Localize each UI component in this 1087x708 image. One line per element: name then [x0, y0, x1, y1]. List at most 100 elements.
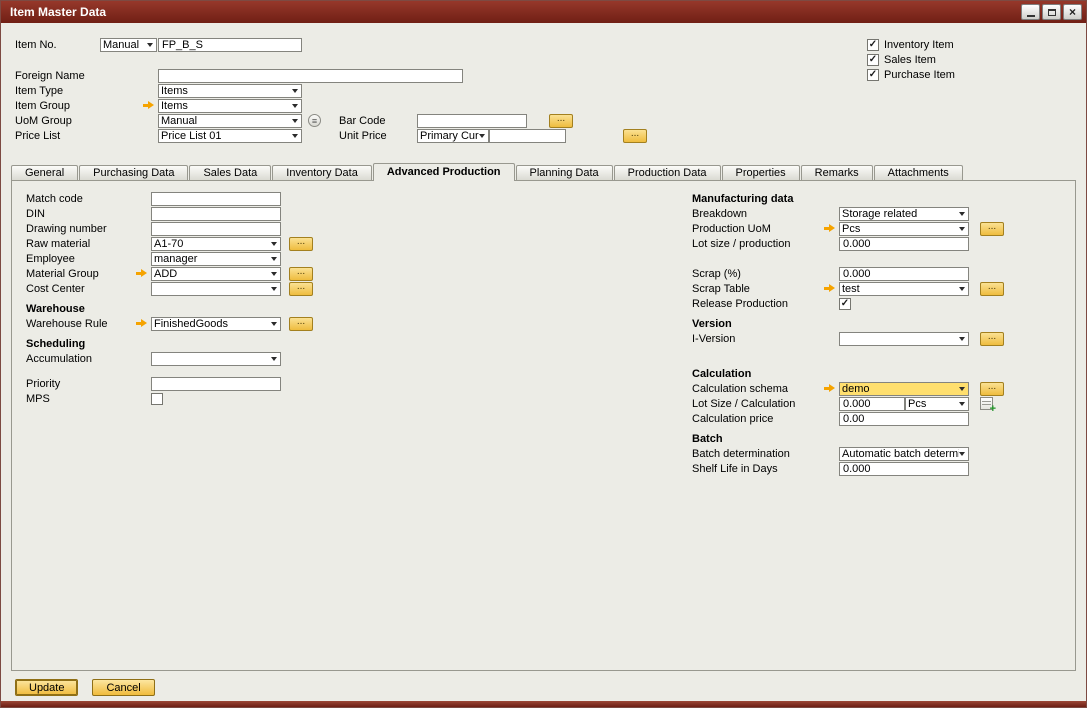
- dropdown-arrow-icon: [271, 357, 277, 361]
- lot-size-calculation-label: Lot Size / Calculation: [692, 398, 839, 410]
- item-no-input[interactable]: FP_B_S: [158, 38, 302, 52]
- minimize-button[interactable]: [1021, 4, 1040, 20]
- employee-dropdown[interactable]: manager: [151, 252, 281, 266]
- calculation-price-input[interactable]: 0.00: [839, 412, 969, 426]
- breakdown-dropdown[interactable]: Storage related: [839, 207, 969, 221]
- cancel-button[interactable]: Cancel: [92, 679, 154, 696]
- production-uom-dropdown[interactable]: Pcs: [839, 222, 969, 236]
- item-group-dropdown[interactable]: Items: [158, 99, 302, 113]
- tab-sales-data[interactable]: Sales Data: [189, 165, 271, 181]
- dropdown-arrow-icon: [959, 287, 965, 291]
- link-arrow-icon[interactable]: [824, 224, 835, 233]
- sales-item-checkbox[interactable]: ✓: [867, 54, 879, 66]
- tab-planning-data[interactable]: Planning Data: [516, 165, 613, 181]
- dropdown-value: Items: [159, 100, 292, 112]
- i-version-browse-button[interactable]: ...: [980, 332, 1004, 346]
- right-column: Manufacturing data Breakdown Storage rel…: [692, 191, 1087, 476]
- dropdown-arrow-icon: [271, 272, 277, 276]
- cost-center-dropdown[interactable]: [151, 282, 281, 296]
- maximize-button[interactable]: [1042, 4, 1061, 20]
- lot-size-production-input[interactable]: 0.000: [839, 237, 969, 251]
- dropdown-arrow-icon: [959, 387, 965, 391]
- employee-label: Employee: [26, 253, 151, 265]
- scrap-pct-input[interactable]: 0.000: [839, 267, 969, 281]
- tab-general[interactable]: General: [11, 165, 78, 181]
- lot-size-calculation-input[interactable]: 0.000: [839, 397, 905, 411]
- unit-price-browse-button[interactable]: ...: [623, 129, 647, 143]
- batch-determination-dropdown[interactable]: Automatic batch determina: [839, 447, 969, 461]
- bar-code-browse-button[interactable]: ...: [549, 114, 573, 128]
- label-text: Scrap Table: [692, 283, 750, 295]
- purchase-item-checkbox[interactable]: ✓: [867, 69, 879, 81]
- raw-material-browse-button[interactable]: ...: [289, 237, 313, 251]
- tab-production-data[interactable]: Production Data: [614, 165, 721, 181]
- price-list-dropdown[interactable]: Price List 01: [158, 129, 302, 143]
- shelf-life-input[interactable]: 0.000: [839, 462, 969, 476]
- section-title: Version: [692, 318, 732, 330]
- price-list-row: Price List Price List 01 Unit Price Prim…: [15, 128, 647, 143]
- uom-group-info-icon[interactable]: ≡: [308, 114, 321, 127]
- item-no-mode-dropdown[interactable]: Manual: [100, 38, 157, 52]
- i-version-dropdown[interactable]: [839, 332, 969, 346]
- uom-group-dropdown[interactable]: Manual: [158, 114, 302, 128]
- scrap-table-dropdown[interactable]: test: [839, 282, 969, 296]
- priority-input[interactable]: [151, 377, 281, 391]
- sales-item-flag: ✓ Sales Item: [867, 52, 955, 67]
- production-uom-browse-button[interactable]: ...: [980, 222, 1004, 236]
- tab-attachments[interactable]: Attachments: [874, 165, 963, 181]
- dropdown-value: Pcs: [906, 398, 959, 410]
- inventory-item-checkbox[interactable]: ✓: [867, 39, 879, 51]
- link-arrow-icon[interactable]: [143, 101, 154, 110]
- link-arrow-icon[interactable]: [136, 319, 147, 328]
- scrap-table-browse-button[interactable]: ...: [980, 282, 1004, 296]
- plus-icon: +: [990, 404, 996, 414]
- bar-code-input[interactable]: [417, 114, 527, 128]
- lot-size-calculation-uom-dropdown[interactable]: Pcs: [905, 397, 969, 411]
- raw-material-row: Raw material A1-70 ...: [26, 236, 366, 251]
- i-version-label: I-Version: [692, 333, 839, 345]
- tab-properties[interactable]: Properties: [722, 165, 800, 181]
- priority-label: Priority: [26, 378, 151, 390]
- section-title: Manufacturing data: [692, 193, 793, 205]
- calculation-schema-browse-button[interactable]: ...: [980, 382, 1004, 396]
- material-group-dropdown[interactable]: ADD: [151, 267, 281, 281]
- din-input[interactable]: [151, 207, 281, 221]
- dropdown-arrow-icon: [292, 134, 298, 138]
- match-code-input[interactable]: [151, 192, 281, 206]
- link-arrow-icon[interactable]: [824, 284, 835, 293]
- add-calculation-icon[interactable]: +: [980, 397, 993, 410]
- item-type-label: Item Type: [15, 85, 158, 97]
- accumulation-dropdown[interactable]: [151, 352, 281, 366]
- item-type-dropdown[interactable]: Items: [158, 84, 302, 98]
- purchase-item-flag: ✓ Purchase Item: [867, 67, 955, 82]
- lot-size-production-label: Lot size / production: [692, 238, 839, 250]
- unit-price-input[interactable]: [489, 129, 566, 143]
- version-section-header: Version: [692, 316, 1087, 331]
- link-arrow-icon[interactable]: [136, 269, 147, 278]
- calculation-schema-row: Calculation schema demo ...: [692, 381, 1087, 396]
- foreign-name-input[interactable]: [158, 69, 463, 83]
- tab-advanced-production[interactable]: Advanced Production: [373, 163, 515, 181]
- purchase-item-label: Purchase Item: [884, 69, 955, 81]
- drawing-number-input[interactable]: [151, 222, 281, 236]
- tab-inventory-data[interactable]: Inventory Data: [272, 165, 372, 181]
- tab-purchasing-data[interactable]: Purchasing Data: [79, 165, 188, 181]
- i-version-row: I-Version ...: [692, 331, 1087, 346]
- raw-material-dropdown[interactable]: A1-70: [151, 237, 281, 251]
- unit-price-currency-dropdown[interactable]: Primary Curr: [417, 129, 489, 143]
- din-row: DIN: [26, 206, 366, 221]
- calculation-schema-dropdown[interactable]: demo: [839, 382, 969, 396]
- warehouse-rule-browse-button[interactable]: ...: [289, 317, 313, 331]
- update-button[interactable]: Update: [15, 679, 78, 696]
- cost-center-browse-button[interactable]: ...: [289, 282, 313, 296]
- release-production-checkbox[interactable]: ✓: [839, 298, 851, 310]
- check-icon: ✓: [869, 40, 877, 50]
- mps-checkbox[interactable]: [151, 393, 163, 405]
- material-group-browse-button[interactable]: ...: [289, 267, 313, 281]
- close-button[interactable]: ×: [1063, 4, 1082, 20]
- warehouse-rule-dropdown[interactable]: FinishedGoods: [151, 317, 281, 331]
- link-arrow-icon[interactable]: [824, 384, 835, 393]
- tab-remarks[interactable]: Remarks: [801, 165, 873, 181]
- section-title: Warehouse: [26, 303, 85, 315]
- dropdown-arrow-icon: [959, 452, 965, 456]
